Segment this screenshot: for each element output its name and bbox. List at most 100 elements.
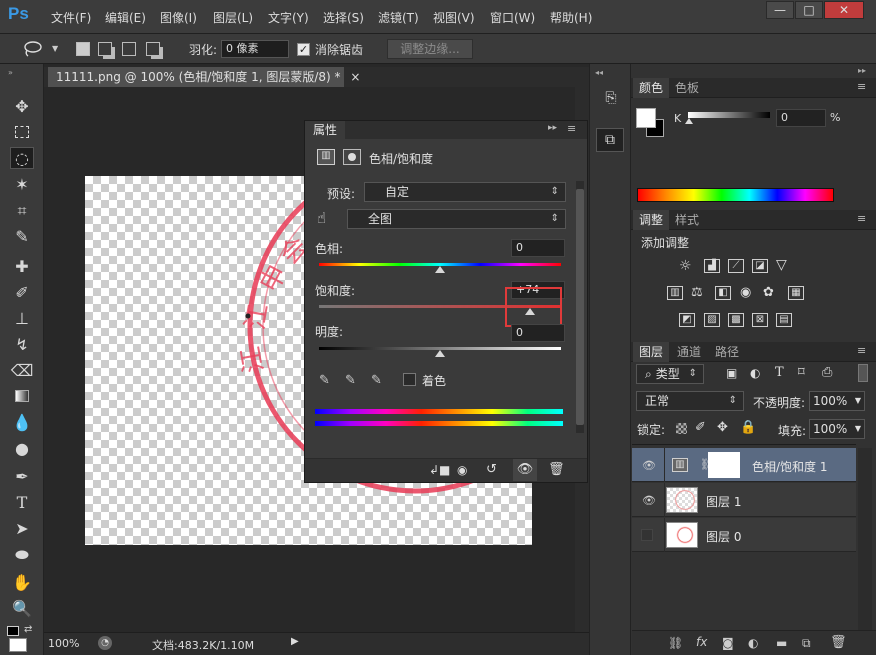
magic-wand-tool-icon[interactable]: ✶ [10,174,34,196]
layer-filter-dropdown[interactable]: ⌕ 类型 ⇕ [636,364,704,384]
properties-panel-icon[interactable]: ⧉ [596,128,624,152]
collapse-icon[interactable]: » [8,68,13,77]
close-button[interactable]: ✕ [824,1,864,19]
black-white-icon[interactable]: ◧ [715,286,731,300]
crop-tool-icon[interactable]: ⌗ [10,200,34,222]
hidden-visibility-box[interactable] [641,529,653,541]
layer-name[interactable]: 色相/饱和度 1 [752,458,828,475]
status-menu-arrow-icon[interactable]: ▶ [291,636,299,647]
panel-menu-icon[interactable]: ≡ [567,122,576,135]
photo-filter-icon[interactable]: ◉ [740,285,751,300]
hue-slider-thumb[interactable] [435,266,445,273]
posterize-icon[interactable]: ▨ [704,313,720,327]
menu-layer[interactable]: 图层(L) [213,9,253,26]
feather-input[interactable]: 0 像素 [221,40,289,58]
foreground-color-swatch[interactable] [636,108,656,128]
exposure-icon[interactable]: ◪ [752,259,768,273]
lightness-slider-thumb[interactable] [435,350,445,357]
marquee-tool-icon[interactable] [10,122,34,144]
layers-scrollbar[interactable] [858,448,872,630]
layer-row-layer-0[interactable]: 图层 0 [632,518,856,552]
zoom-level[interactable]: 100% [48,637,79,650]
maximize-button[interactable]: □ [795,1,823,19]
path-selection-tool-icon[interactable]: ➤ [10,518,34,540]
levels-icon[interactable]: ▟ [704,259,720,273]
vibrance-icon[interactable]: ▽ [776,257,787,273]
layer-row-layer-1[interactable]: 👁 图层 1 [632,483,856,517]
panel-menu-icon[interactable]: ≡ [857,212,866,225]
status-info-icon[interactable]: ◔ [98,636,112,650]
k-value-input[interactable]: 0 [776,109,826,127]
fill-input[interactable]: 100% ▼ [809,419,865,439]
tab-adjustments[interactable]: 调整 [633,210,670,230]
k-slider-track[interactable] [688,112,770,118]
gradient-map-icon[interactable]: ▤ [776,313,792,327]
refine-edge-button[interactable]: 调整边缘... [387,39,473,59]
eye-icon[interactable]: 👁 [642,459,656,472]
panel-menu-icon[interactable]: ≡ [857,344,866,357]
channel-mixer-icon[interactable]: ✿ [763,285,774,300]
intersect-selection-icon[interactable] [146,42,160,56]
move-tool-icon[interactable]: ✥ [10,96,34,118]
ellipse-tool-icon[interactable]: ⬬ [10,544,34,566]
colorize-checkbox[interactable] [403,373,416,386]
collapse-dock-icon[interactable]: ▸▸ [858,66,866,75]
menu-view[interactable]: 视图(V) [433,9,475,26]
new-selection-icon[interactable] [76,42,90,56]
eraser-tool-icon[interactable]: ⌫ [10,360,34,382]
antialias-checkbox[interactable]: ✓ [297,43,310,56]
close-tab-icon[interactable]: × [350,70,360,84]
menu-help[interactable]: 帮助(H) [550,9,592,26]
menu-select[interactable]: 选择(S) [323,9,364,26]
invert-icon[interactable]: ◩ [679,313,695,327]
view-previous-state-icon[interactable]: ◉ [457,463,467,477]
channel-dropdown[interactable]: 全图 ⇕ [347,209,566,229]
clip-to-layer-icon[interactable]: ↲■ [429,463,450,477]
selective-color-icon[interactable]: ⊠ [752,313,768,327]
preset-dropdown[interactable]: 自定 ⇕ [364,182,566,202]
filter-toggle[interactable] [858,364,868,382]
history-brush-tool-icon[interactable]: ↯ [10,334,34,356]
lasso-tool-icon[interactable]: ◌ [10,147,34,169]
gradient-tool-icon[interactable] [10,386,34,408]
eye-icon[interactable]: 👁 [642,494,656,507]
lock-transparent-icon[interactable] [676,423,687,434]
default-colors-icon[interactable] [7,626,19,636]
layer-name[interactable]: 图层 0 [706,528,741,545]
filter-type-icon[interactable]: T [775,365,784,380]
menu-file[interactable]: 文件(F) [51,9,91,26]
curves-icon[interactable]: ⟋ [728,259,744,273]
threshold-icon[interactable]: ▩ [728,313,744,327]
hue-saturation-adjust-icon[interactable]: ▥ [667,286,683,300]
eyedropper-tool-icon[interactable]: ✎ [10,226,34,248]
swap-colors-icon[interactable]: ⇄ [24,624,32,635]
new-layer-icon[interactable]: ⧉ [802,636,811,651]
layer-name[interactable]: 图层 1 [706,493,741,510]
foreground-color-swatch[interactable] [9,638,27,652]
link-layers-icon[interactable]: ⛓ [668,636,683,650]
delete-layer-icon[interactable]: 🗑 [830,635,847,650]
hue-value-input[interactable]: 0 [511,239,565,257]
menu-edit[interactable]: 编辑(E) [105,9,146,26]
layer-mask-icon[interactable] [343,149,361,165]
healing-brush-tool-icon[interactable]: ✚ [10,256,34,278]
minimize-button[interactable]: — [766,1,794,19]
k-slider-thumb[interactable] [685,118,693,124]
tab-color[interactable]: 颜色 [633,78,670,98]
tab-styles[interactable]: 样式 [669,210,705,230]
document-tab[interactable]: 11111.png @ 100% (色相/饱和度 1, 图层蒙版/8) * × [48,67,360,87]
menu-image[interactable]: 图像(I) [160,9,197,26]
eyedropper-minus-icon[interactable]: ✎ [371,373,382,388]
toggle-visibility-icon[interactable]: 👁 [513,459,537,481]
tab-swatches[interactable]: 色板 [669,78,705,98]
color-lookup-icon[interactable]: ▦ [788,286,804,300]
color-balance-icon[interactable]: ⚖ [691,285,703,300]
lock-position-icon[interactable]: ✥ [717,420,728,435]
new-group-icon[interactable]: ▬ [776,636,787,650]
tab-layers[interactable]: 图层 [633,342,670,362]
reset-icon[interactable]: ↺ [486,462,497,477]
filter-smart-object-icon[interactable]: ⎙ [822,365,832,380]
menu-window[interactable]: 窗口(W) [490,9,535,26]
brightness-contrast-icon[interactable]: ☼ [679,258,692,274]
tab-paths[interactable]: 路径 [709,342,745,362]
